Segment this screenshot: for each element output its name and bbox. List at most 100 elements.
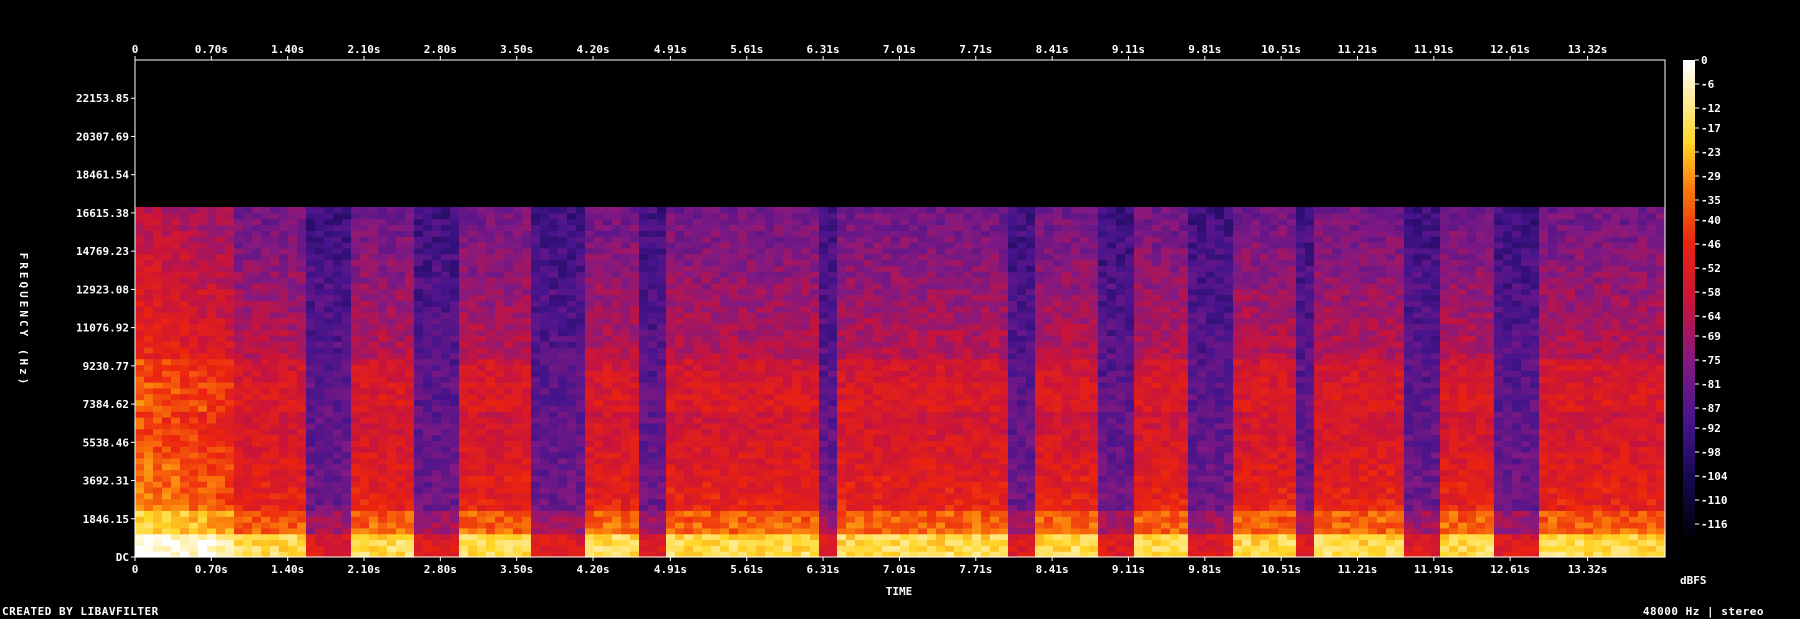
spectro-cell <box>162 422 172 430</box>
spectro-cell <box>243 405 253 412</box>
spectro-cell <box>270 224 280 231</box>
spectro-cell <box>234 411 244 418</box>
spectro-cell <box>765 329 775 336</box>
spectro-cell <box>441 312 451 319</box>
spectro-cell <box>387 434 397 441</box>
spectro-cell <box>333 446 343 453</box>
spectro-cell <box>324 347 334 354</box>
spectro-cell <box>837 218 847 226</box>
spectro-cell <box>387 352 397 360</box>
spectro-cell <box>522 376 532 383</box>
spectro-cell <box>216 539 226 546</box>
spectro-cell <box>423 522 433 529</box>
spectro-cell <box>504 434 514 441</box>
spectro-cell <box>567 370 577 377</box>
spectro-cell <box>765 393 775 401</box>
spectro-cell <box>711 259 721 266</box>
spectro-cell <box>378 288 388 296</box>
spectro-cell <box>738 306 748 313</box>
spectro-cell <box>360 212 370 220</box>
spectro-cell <box>180 370 190 377</box>
spectro-cell <box>702 300 712 307</box>
spectro-cell <box>144 545 154 552</box>
spectro-cell <box>396 545 406 552</box>
spectro-cell <box>585 417 595 424</box>
spectro-cell <box>225 428 235 436</box>
spectro-cell <box>594 230 604 237</box>
spectro-cell <box>603 440 613 447</box>
spectro-cell <box>855 358 865 366</box>
spectro-cell <box>522 352 532 360</box>
spectro-cell <box>612 457 622 465</box>
spectro-cell <box>567 236 577 243</box>
spectro-cell <box>621 428 631 436</box>
spectro-cell <box>468 417 478 424</box>
spectro-cell <box>261 352 271 360</box>
spectro-cell <box>216 475 226 482</box>
spectro-cell <box>216 265 226 272</box>
spectro-cell <box>819 312 829 319</box>
spectro-cell <box>513 317 523 325</box>
spectro-cell <box>297 358 307 366</box>
spectro-cell <box>495 510 505 517</box>
spectro-cell <box>144 335 154 342</box>
spectro-cell <box>378 428 388 436</box>
spectro-cell <box>288 288 298 296</box>
spectro-cell <box>198 440 208 447</box>
spectro-cell <box>522 434 532 441</box>
spectro-cell <box>756 294 766 301</box>
spectro-cell <box>504 422 514 430</box>
spectro-cell <box>306 335 316 342</box>
spectro-cell <box>234 370 244 377</box>
spectro-cell <box>378 463 388 471</box>
spectro-cell <box>864 329 874 336</box>
spectro-cell <box>594 399 604 406</box>
spectro-cell <box>765 387 775 395</box>
spectro-cell <box>216 440 226 447</box>
spectro-cell <box>252 288 262 296</box>
spectro-cell <box>153 242 163 249</box>
spectro-cell <box>243 236 253 243</box>
spectro-cell <box>828 516 838 523</box>
spectro-cell <box>711 312 721 319</box>
spectro-cell <box>135 294 145 301</box>
spectro-cell <box>324 212 334 220</box>
spectro-cell <box>180 545 190 552</box>
spectro-cell <box>396 446 406 453</box>
spectro-cell <box>144 288 154 296</box>
spectro-cell <box>297 370 307 377</box>
spectro-cell <box>261 387 271 395</box>
spectro-cell <box>432 294 442 301</box>
spectro-cell <box>675 504 685 511</box>
spectro-cell <box>252 277 262 284</box>
spectro-cell <box>675 364 685 371</box>
spectro-cell <box>414 212 424 220</box>
spectro-cell <box>531 207 541 214</box>
spectro-cell <box>162 387 172 395</box>
spectro-cell <box>171 405 181 412</box>
spectro-cell <box>135 539 145 546</box>
spectro-cell <box>585 288 595 296</box>
spectro-cell <box>369 335 379 342</box>
spectro-cell <box>594 434 604 441</box>
spectro-cell <box>450 352 460 360</box>
spectro-cell <box>171 539 181 546</box>
spectro-cell <box>765 364 775 371</box>
spectro-cell <box>234 516 244 523</box>
spectro-cell <box>612 475 622 482</box>
spectro-cell <box>414 335 424 342</box>
spectro-cell <box>180 347 190 354</box>
spectro-cell <box>270 277 280 284</box>
spectro-cell <box>531 510 541 517</box>
spectro-cell <box>666 370 676 377</box>
spectro-cell <box>342 516 352 523</box>
spectro-cell <box>432 300 442 307</box>
spectro-cell <box>486 317 496 325</box>
spectro-cell <box>369 376 379 383</box>
spectro-cell <box>810 504 820 511</box>
spectro-cell <box>396 539 406 546</box>
spectro-cell <box>144 457 154 465</box>
spectro-cell <box>504 230 514 237</box>
spectro-cell <box>477 329 487 336</box>
spectro-cell <box>441 498 451 506</box>
